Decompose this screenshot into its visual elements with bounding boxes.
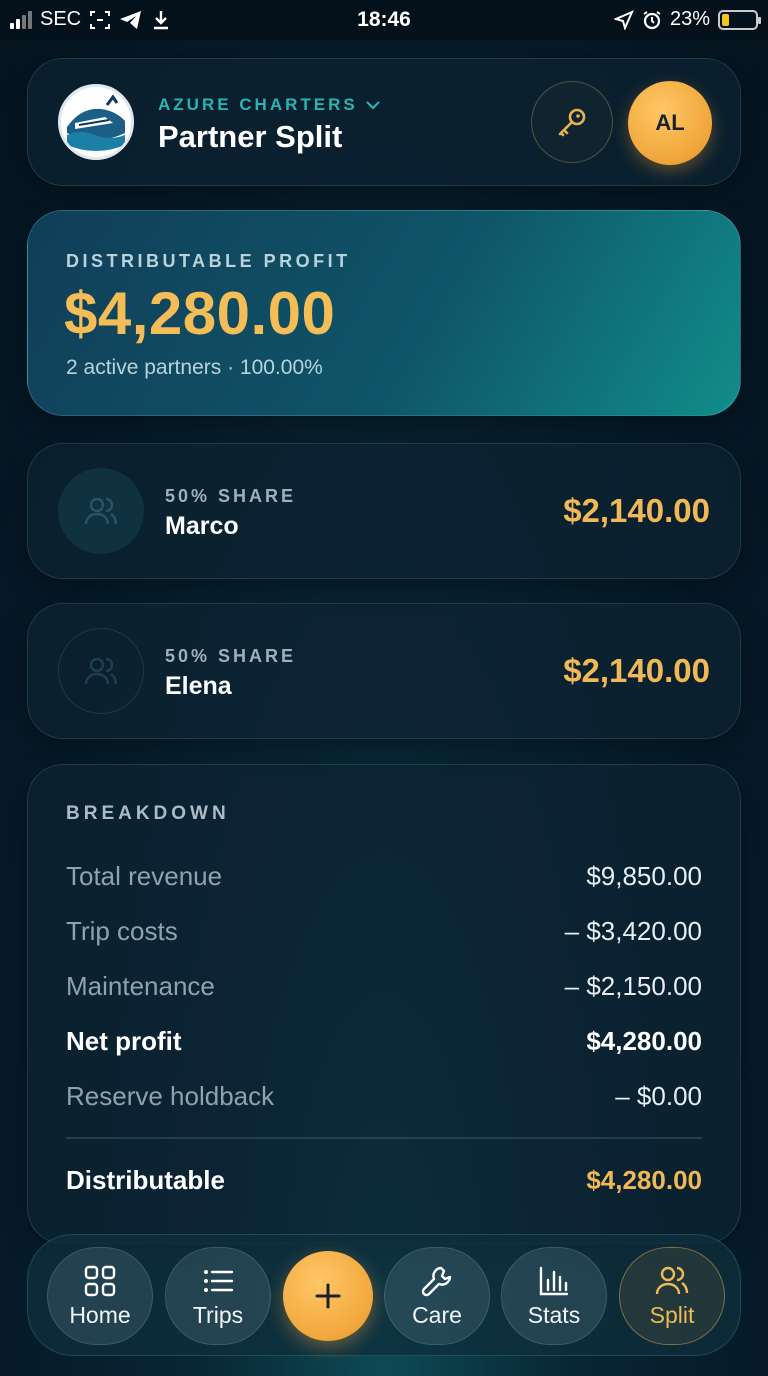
logo-icon — [58, 84, 134, 160]
row-label: Total revenue — [66, 860, 223, 891]
partner-share: 50% SHARE — [165, 646, 297, 666]
avatar[interactable]: AL — [628, 81, 712, 165]
profit-summary-card: DISTRIBUTABLE PROFIT $4,280.00 2 active … — [27, 210, 741, 416]
battery-percent: 23% — [669, 8, 710, 30]
row-value: – $3,420.00 — [564, 915, 702, 946]
row-label: Maintenance — [66, 970, 215, 1001]
grid-icon — [84, 1265, 116, 1296]
row-value: – $2,150.00 — [564, 970, 702, 1001]
nav-care-label: Care — [412, 1301, 462, 1328]
status-right: 23% — [613, 8, 761, 31]
breakdown-row: Maintenance – $2,150.00 — [66, 966, 702, 1006]
list-icon — [204, 1269, 234, 1292]
nav-trips[interactable]: Trips — [165, 1247, 271, 1345]
key-button[interactable] — [531, 81, 613, 163]
location-arrow-icon — [613, 9, 634, 30]
battery-level — [722, 13, 730, 26]
partner-avatar — [58, 468, 144, 554]
status-bar: SEC 18:46 23% — [0, 0, 768, 40]
breakdown-row: Reserve holdback – $0.00 — [66, 1076, 702, 1116]
brand-name: AZURE CHARTERS — [158, 95, 358, 114]
breakdown-divider — [66, 1137, 702, 1139]
page-title: Partner Split — [158, 119, 343, 154]
summary-subtitle: 2 active partners · 100.00% — [66, 356, 323, 379]
key-icon — [558, 108, 586, 137]
nav-home[interactable]: Home — [47, 1247, 153, 1345]
summary-label: DISTRIBUTABLE PROFIT — [66, 251, 351, 271]
partner-card[interactable]: 50% SHARE Marco $2,140.00 — [27, 443, 741, 579]
header-card: AZURE CHARTERS Partner Split AL — [27, 58, 741, 186]
users-icon — [655, 1266, 689, 1294]
nav-stats[interactable]: Stats — [501, 1247, 607, 1345]
alarm-icon — [643, 10, 661, 29]
nav-trips-label: Trips — [192, 1301, 244, 1328]
row-value: $4,280.00 — [586, 1025, 702, 1056]
users-icon — [84, 497, 118, 525]
breakdown-row: Net profit $4,280.00 — [66, 1021, 702, 1061]
breakdown-card: BREAKDOWN Total revenue $9,850.00 Trip c… — [27, 764, 741, 1244]
summary-amount: $4,280.00 — [64, 280, 336, 347]
bar-chart-icon — [539, 1266, 569, 1295]
partner-amount: $2,140.00 — [563, 652, 710, 689]
battery-icon — [718, 9, 761, 30]
nav-home-label: Home — [69, 1301, 131, 1328]
total-value: $4,280.00 — [586, 1164, 702, 1195]
partner-amount: $2,140.00 — [563, 492, 710, 529]
row-value: – $0.00 — [615, 1080, 702, 1111]
partner-name: Marco — [165, 512, 239, 540]
brand-switcher[interactable]: AZURE CHARTERS — [158, 95, 380, 115]
users-icon — [84, 657, 118, 685]
breakdown-row: Total revenue $9,850.00 — [66, 856, 702, 896]
breakdown-title: BREAKDOWN — [66, 803, 230, 824]
row-value: $9,850.00 — [586, 860, 702, 891]
partner-card[interactable]: 50% SHARE Elena $2,140.00 — [27, 603, 741, 739]
total-label: Distributable — [66, 1164, 225, 1195]
nav-split[interactable]: Split — [619, 1247, 725, 1345]
row-label: Net profit — [66, 1025, 182, 1056]
wrench-icon — [421, 1266, 452, 1296]
row-label: Reserve holdback — [66, 1080, 275, 1111]
plus-icon — [315, 1283, 341, 1309]
partner-avatar — [58, 628, 144, 714]
breakdown-row: Trip costs – $3,420.00 — [66, 911, 702, 951]
chevron-down-icon — [365, 101, 380, 110]
nav-care[interactable]: Care — [384, 1247, 490, 1345]
partner-name: Elena — [165, 672, 232, 700]
breakdown-total-row: Distributable $4,280.00 — [66, 1160, 702, 1200]
row-label: Trip costs — [66, 915, 178, 946]
add-button[interactable] — [283, 1251, 373, 1341]
nav-split-label: Split — [649, 1301, 695, 1328]
bottom-nav: Home Trips Care Stats Split — [27, 1234, 741, 1356]
nav-stats-label: Stats — [527, 1301, 581, 1328]
partner-share: 50% SHARE — [165, 486, 297, 506]
